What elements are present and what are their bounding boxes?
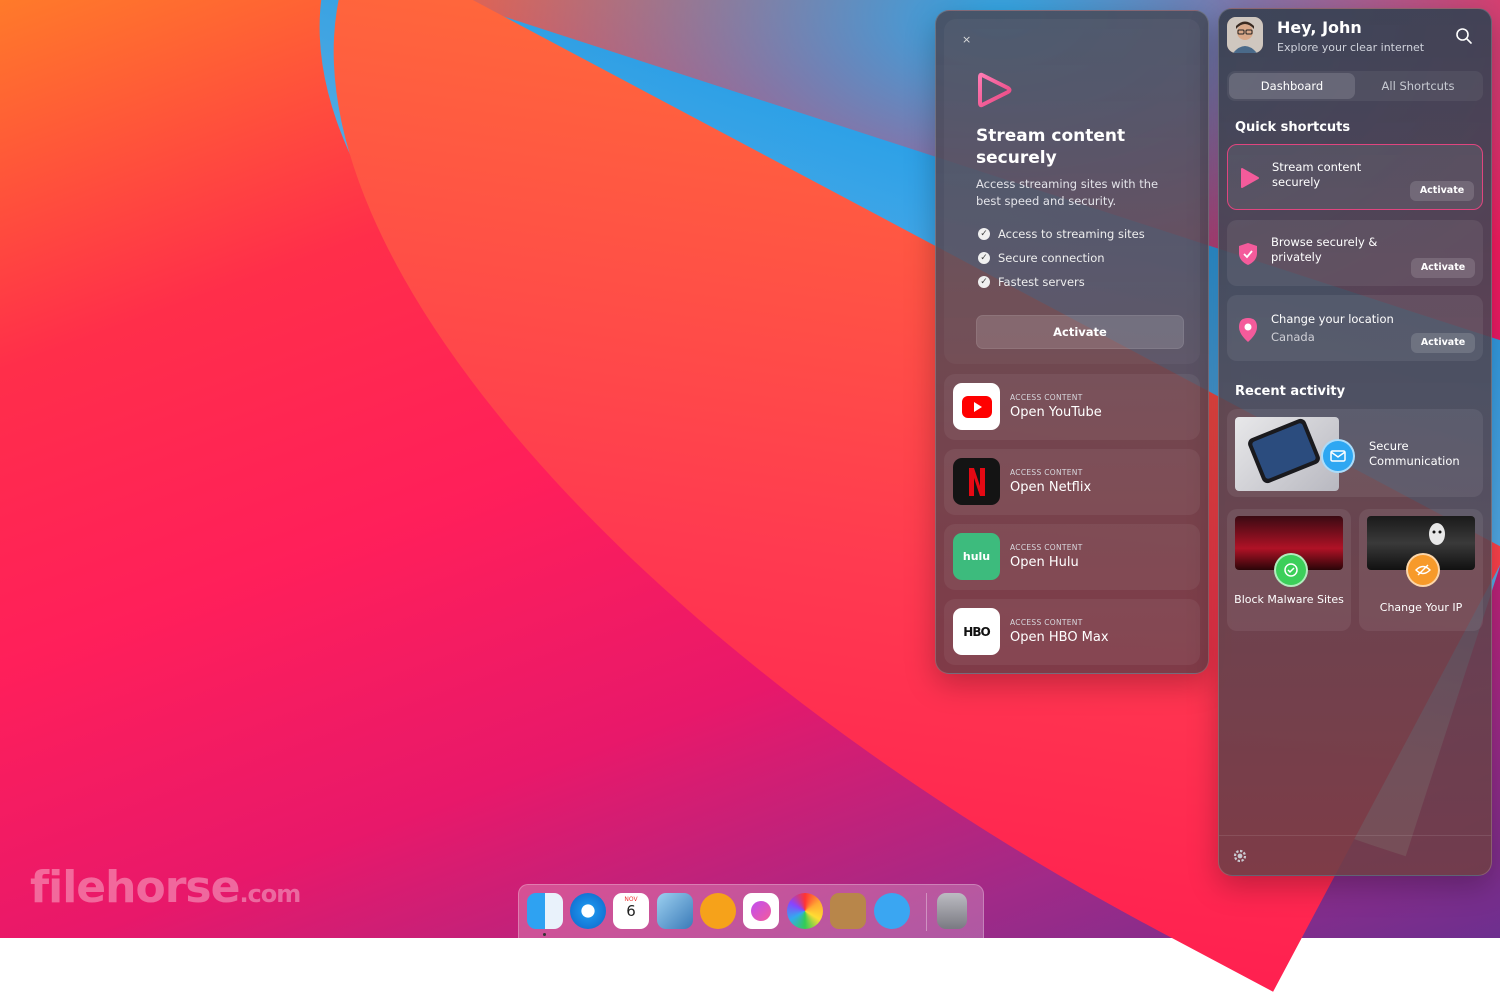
watermark: filehorse.com bbox=[30, 862, 301, 913]
netflix-icon bbox=[953, 458, 1000, 505]
greeting-subtitle: Explore your clear internet bbox=[1277, 41, 1425, 54]
footer-divider bbox=[1219, 835, 1491, 836]
books-icon[interactable] bbox=[700, 893, 736, 929]
shortcut-browse[interactable]: Browse securely & privately Activate bbox=[1227, 220, 1483, 286]
feature-item: ✓ Secure connection bbox=[978, 251, 1105, 265]
activate-button[interactable]: Activate bbox=[976, 315, 1184, 349]
greeting: Hey, John bbox=[1277, 18, 1362, 37]
shortcut-stream[interactable]: Stream content securely Activate bbox=[1227, 144, 1483, 210]
play-icon bbox=[1241, 168, 1259, 188]
search-icon[interactable] bbox=[1455, 27, 1473, 45]
notes-icon[interactable] bbox=[743, 893, 779, 929]
tab-bar: Dashboard All Shortcuts bbox=[1227, 71, 1483, 101]
messages-icon[interactable] bbox=[874, 893, 910, 929]
contacts-icon[interactable] bbox=[830, 893, 866, 929]
service-netflix[interactable]: ACCESS CONTENT Open Netflix bbox=[944, 449, 1200, 515]
preview-icon[interactable] bbox=[657, 893, 693, 929]
tab-all-shortcuts[interactable]: All Shortcuts bbox=[1355, 73, 1481, 99]
activate-button[interactable]: Activate bbox=[1411, 333, 1475, 353]
location-pin-icon bbox=[1239, 318, 1257, 342]
check-icon: ✓ bbox=[978, 276, 990, 288]
avatar[interactable] bbox=[1227, 17, 1263, 53]
stream-detail-panel: × Stream content securely Access streami… bbox=[935, 10, 1209, 674]
shield-check-icon bbox=[1274, 553, 1308, 587]
dock-separator bbox=[926, 893, 927, 931]
close-button[interactable]: × bbox=[962, 33, 971, 46]
stream-description: Access streaming sites with the best spe… bbox=[976, 177, 1159, 208]
recent-change-ip[interactable]: Change Your IP bbox=[1359, 509, 1483, 631]
hulu-icon: hulu bbox=[953, 533, 1000, 580]
recent-secure-communication[interactable]: Secure Communication bbox=[1227, 409, 1483, 497]
hidden-eye-icon bbox=[1406, 553, 1440, 587]
hbo-icon: HBO bbox=[953, 608, 1000, 655]
gear-icon[interactable] bbox=[1231, 847, 1249, 865]
quick-shortcuts-heading: Quick shortcuts bbox=[1235, 120, 1351, 135]
recent-block-malware[interactable]: Block Malware Sites bbox=[1227, 509, 1351, 631]
safari-icon[interactable] bbox=[570, 893, 606, 929]
service-youtube[interactable]: ACCESS CONTENT Open YouTube bbox=[944, 374, 1200, 440]
tab-dashboard[interactable]: Dashboard bbox=[1229, 73, 1355, 99]
running-indicator bbox=[543, 933, 546, 936]
stream-title: Stream content securely bbox=[976, 126, 1126, 168]
shortcut-location[interactable]: Change your location Canada Activate bbox=[1227, 295, 1483, 361]
dock: NOV 6 bbox=[518, 884, 984, 942]
mail-icon bbox=[1321, 439, 1355, 473]
activate-button[interactable]: Activate bbox=[1411, 258, 1475, 278]
photos-icon[interactable] bbox=[787, 893, 823, 929]
finder-icon[interactable] bbox=[527, 893, 563, 929]
check-icon: ✓ bbox=[978, 228, 990, 240]
check-icon: ✓ bbox=[978, 252, 990, 264]
youtube-icon bbox=[953, 383, 1000, 430]
trash-icon[interactable] bbox=[937, 893, 967, 929]
service-hbo[interactable]: HBO ACCESS CONTENT Open HBO Max bbox=[944, 599, 1200, 665]
calendar-icon[interactable]: NOV 6 bbox=[613, 893, 649, 929]
shield-icon bbox=[1239, 243, 1257, 265]
play-icon bbox=[978, 72, 1012, 108]
activate-button[interactable]: Activate bbox=[1410, 181, 1474, 201]
recent-activity-heading: Recent activity bbox=[1235, 384, 1346, 399]
service-hulu[interactable]: hulu ACCESS CONTENT Open Hulu bbox=[944, 524, 1200, 590]
stream-hero-card: × Stream content securely Access streami… bbox=[944, 19, 1200, 364]
dashboard-panel: Hey, John Explore your clear internet Da… bbox=[1218, 8, 1492, 876]
feature-item: ✓ Access to streaming sites bbox=[978, 227, 1145, 241]
feature-item: ✓ Fastest servers bbox=[978, 275, 1085, 289]
